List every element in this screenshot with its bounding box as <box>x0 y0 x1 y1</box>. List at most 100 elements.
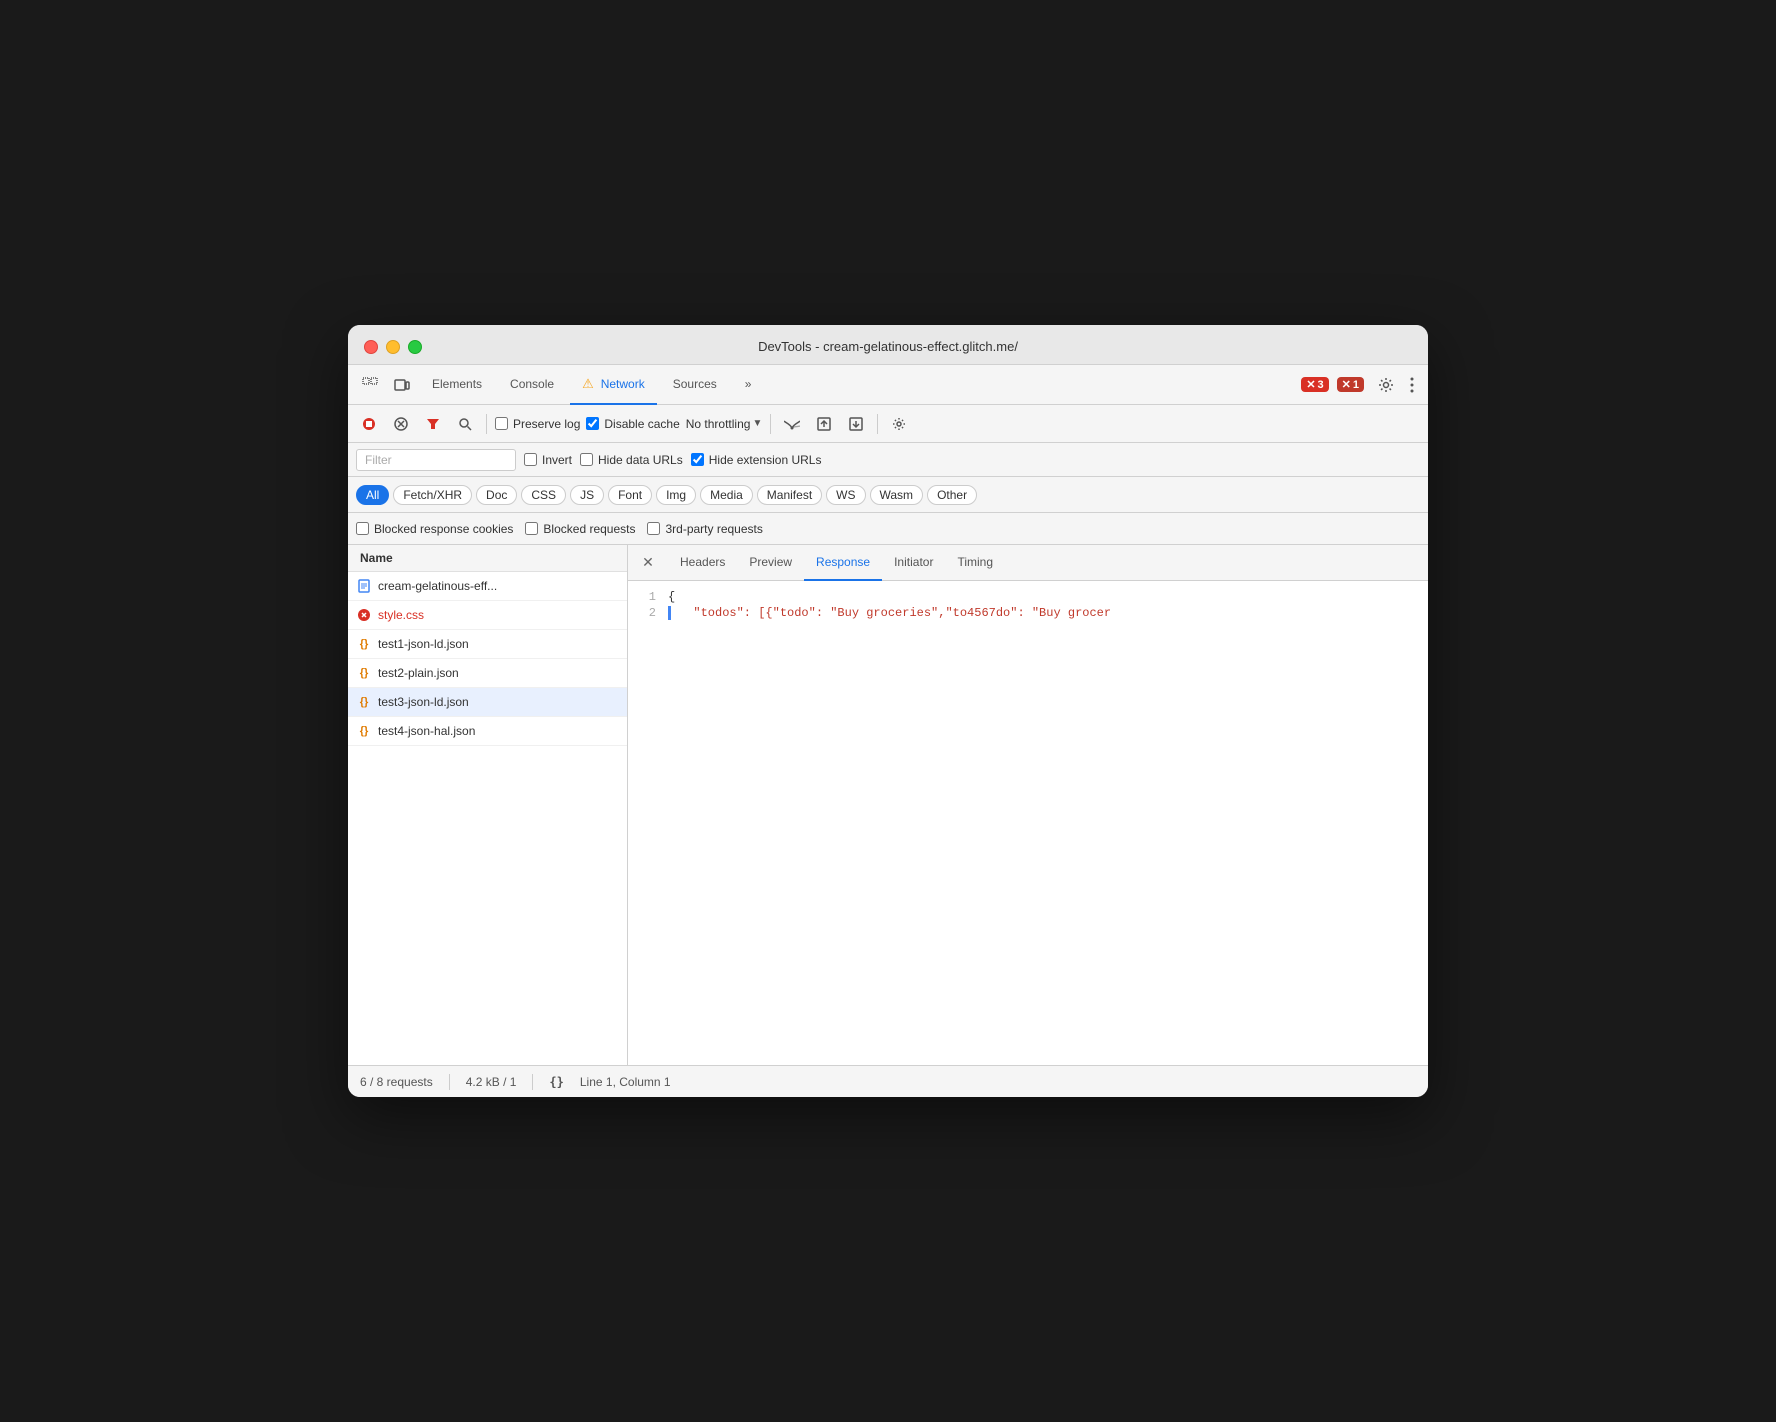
list-item[interactable]: style.css <box>348 601 627 630</box>
disable-cache-checkbox[interactable]: Disable cache <box>586 417 679 431</box>
tab-response[interactable]: Response <box>804 545 882 581</box>
warning-x-icon: ✕ <box>1342 378 1351 391</box>
list-item[interactable]: cream-gelatinous-eff... <box>348 572 627 601</box>
tab-preview[interactable]: Preview <box>737 545 804 581</box>
file-name: cream-gelatinous-eff... <box>378 579 497 593</box>
invert-checkbox[interactable]: Invert <box>524 453 572 467</box>
list-item[interactable]: {} test4-json-hal.json <box>348 717 627 746</box>
close-panel-button[interactable]: ✕ <box>636 551 660 575</box>
json-icon: {} <box>356 723 372 739</box>
preserve-log-checkbox[interactable]: Preserve log <box>495 417 580 431</box>
filter-img-button[interactable]: Img <box>656 485 696 505</box>
cursor-position: Line 1, Column 1 <box>580 1075 671 1089</box>
filter-input[interactable] <box>356 449 516 471</box>
window-title: DevTools - cream-gelatinous-effect.glitc… <box>758 339 1018 354</box>
file-name: test3-json-ld.json <box>378 695 469 709</box>
third-party-checkbox[interactable]: 3rd-party requests <box>647 522 762 536</box>
error-badge[interactable]: ✕ 3 <box>1301 377 1328 392</box>
warning-icon: ⚠ <box>582 376 594 392</box>
filter-button[interactable] <box>420 411 446 437</box>
export-button[interactable] <box>811 411 837 437</box>
pretty-print-icon: {} <box>549 1075 563 1089</box>
hide-extension-urls-checkbox[interactable]: Hide extension URLs <box>691 453 822 467</box>
blocked-requests-checkbox[interactable]: Blocked requests <box>525 522 635 536</box>
tab-sources[interactable]: Sources <box>661 365 729 405</box>
file-list-header: Name <box>348 545 627 572</box>
file-list: Name cream-gelatinous-eff... <box>348 545 628 1065</box>
inspect-element-button[interactable] <box>356 373 384 397</box>
devtools-window: DevTools - cream-gelatinous-effect.glitc… <box>348 325 1428 1097</box>
json-icon: {} <box>356 694 372 710</box>
minimize-button[interactable] <box>386 340 400 354</box>
disable-cache-input[interactable] <box>586 417 599 430</box>
list-item[interactable]: {} test1-json-ld.json <box>348 630 627 659</box>
close-button[interactable] <box>364 340 378 354</box>
import-button[interactable] <box>843 411 869 437</box>
toolbar-divider3 <box>877 414 878 434</box>
error-x-icon: ✕ <box>1306 378 1315 391</box>
transfer-size: 4.2 kB / 1 <box>466 1075 517 1089</box>
network-settings-button[interactable] <box>886 411 912 437</box>
response-panel: ✕ Headers Preview Response Initiator Tim… <box>628 545 1428 1065</box>
filter-all-button[interactable]: All <box>356 485 389 505</box>
blocked-cookies-checkbox[interactable]: Blocked response cookies <box>356 522 513 536</box>
filter-manifest-button[interactable]: Manifest <box>757 485 822 505</box>
type-filter-toolbar: All Fetch/XHR Doc CSS JS Font Img Media … <box>348 477 1428 513</box>
filter-css-button[interactable]: CSS <box>521 485 566 505</box>
list-item[interactable]: {} test2-plain.json <box>348 659 627 688</box>
tab-more[interactable]: » <box>733 365 764 405</box>
status-bar: 6 / 8 requests 4.2 kB / 1 {} Line 1, Col… <box>348 1065 1428 1097</box>
blocked-requests-input[interactable] <box>525 522 538 535</box>
list-item[interactable]: {} test3-json-ld.json <box>348 688 627 717</box>
filter-fetch-xhr-button[interactable]: Fetch/XHR <box>393 485 472 505</box>
invert-input[interactable] <box>524 453 537 466</box>
request-filter-toolbar: Blocked response cookies Blocked request… <box>348 513 1428 545</box>
stop-recording-button[interactable] <box>356 411 382 437</box>
device-toolbar-button[interactable] <box>388 373 416 397</box>
network-conditions-button[interactable] <box>779 411 805 437</box>
throttle-label: No throttling <box>686 417 751 431</box>
throttle-arrow: ▼ <box>752 418 762 429</box>
filter-other-button[interactable]: Other <box>927 485 977 505</box>
traffic-lights <box>364 340 422 354</box>
error-icon <box>356 607 372 623</box>
content-area: Name cream-gelatinous-eff... <box>348 545 1428 1065</box>
clear-button[interactable] <box>388 411 414 437</box>
toolbar-divider2 <box>770 414 771 434</box>
code-line: 1 { <box>628 589 1428 605</box>
third-party-input[interactable] <box>647 522 660 535</box>
blocked-cookies-input[interactable] <box>356 522 369 535</box>
throttle-selector[interactable]: No throttling ▼ <box>686 417 763 431</box>
warning-badge[interactable]: ✕ 1 <box>1337 377 1364 392</box>
code-line: 2 "todos": [{"todo": "Buy groceries","to… <box>628 605 1428 621</box>
settings-button[interactable] <box>1372 373 1400 397</box>
tab-headers[interactable]: Headers <box>668 545 737 581</box>
filter-media-button[interactable]: Media <box>700 485 753 505</box>
search-button[interactable] <box>452 411 478 437</box>
tab-initiator[interactable]: Initiator <box>882 545 945 581</box>
code-viewer: 1 { 2 "todos": [{"todo": "Buy groceries"… <box>628 581 1428 1065</box>
tab-console[interactable]: Console <box>498 365 566 405</box>
status-divider <box>449 1074 450 1090</box>
hide-data-urls-input[interactable] <box>580 453 593 466</box>
tab-network[interactable]: ⚠ Network <box>570 365 657 405</box>
hide-data-urls-checkbox[interactable]: Hide data URLs <box>580 453 683 467</box>
doc-icon <box>356 578 372 594</box>
filter-js-button[interactable]: JS <box>570 485 604 505</box>
filter-doc-button[interactable]: Doc <box>476 485 517 505</box>
preserve-log-input[interactable] <box>495 417 508 430</box>
filter-ws-button[interactable]: WS <box>826 485 865 505</box>
filter-wasm-button[interactable]: Wasm <box>870 485 924 505</box>
json-icon: {} <box>356 665 372 681</box>
filter-toolbar: Invert Hide data URLs Hide extension URL… <box>348 443 1428 477</box>
maximize-button[interactable] <box>408 340 422 354</box>
title-bar: DevTools - cream-gelatinous-effect.glitc… <box>348 325 1428 365</box>
network-toolbar: Preserve log Disable cache No throttling… <box>348 405 1428 443</box>
filter-font-button[interactable]: Font <box>608 485 652 505</box>
tab-timing[interactable]: Timing <box>945 545 1005 581</box>
toolbar-divider <box>486 414 487 434</box>
tab-elements[interactable]: Elements <box>420 365 494 405</box>
top-toolbar: Elements Console ⚠ Network Sources » ✕ 3… <box>348 365 1428 405</box>
more-options-button[interactable] <box>1404 373 1420 397</box>
hide-extension-urls-input[interactable] <box>691 453 704 466</box>
